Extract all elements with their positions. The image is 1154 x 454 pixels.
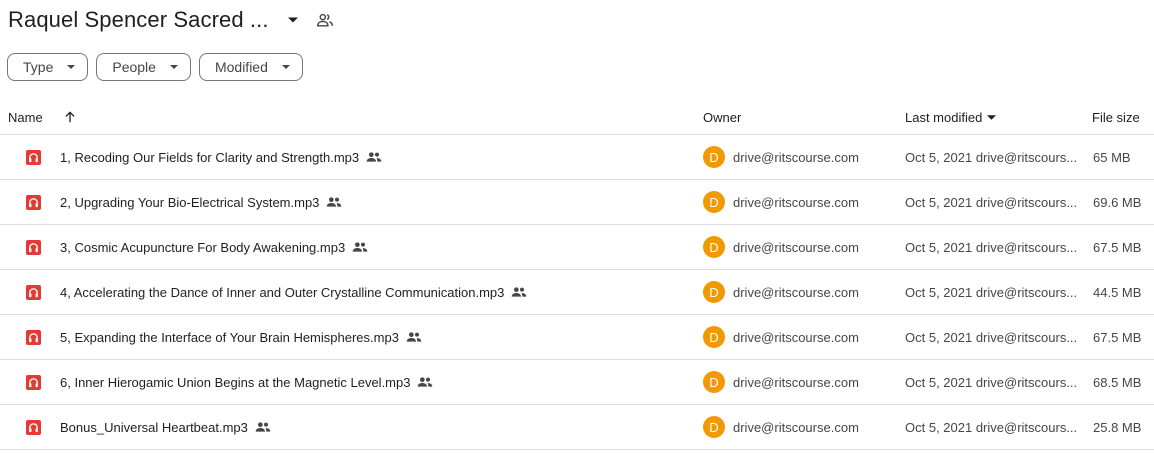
folder-header: Raquel Spencer Sacred ... [8,4,335,36]
last-modified: Oct 5, 2021 drive@ritscours... [905,329,1078,345]
shared-people-icon [352,239,368,255]
chevron-down-icon [168,61,180,73]
file-size: 25.8 MB [1093,419,1142,435]
audio-file-icon [26,420,41,435]
shared-folder-icon[interactable] [315,10,335,30]
owner-email: drive@ritscourse.com [733,194,859,210]
owner-avatar: D [703,281,725,303]
file-size: 69.6 MB [1093,194,1142,210]
modified-filter-label: Modified [214,59,268,75]
file-name-cell[interactable]: 3, Cosmic Acupuncture For Body Awakening… [60,225,368,269]
people-filter-label: People [112,59,156,75]
file-size: 44.5 MB [1093,284,1142,300]
file-row[interactable]: 1, Recoding Our Fields for Clarity and S… [0,135,1154,180]
modified-filter-chip[interactable]: Modified [198,53,303,81]
type-filter-label: Type [23,59,54,75]
filter-bar: Type People Modified [7,53,303,81]
last-modified: Oct 5, 2021 drive@ritscours... [905,284,1078,300]
last-modified: Oct 5, 2021 drive@ritscours... [905,419,1078,435]
file-row[interactable]: 3, Cosmic Acupuncture For Body Awakening… [0,225,1154,270]
file-row[interactable]: 2, Upgrading Your Bio-Electrical System.… [0,180,1154,225]
chevron-down-icon [280,61,292,73]
file-name[interactable]: 3, Cosmic Acupuncture For Body Awakening… [60,240,345,255]
folder-menu-caret-icon[interactable] [283,10,303,30]
file-name-cell[interactable]: 5, Expanding the Interface of Your Brain… [60,315,422,359]
shared-people-icon [255,419,271,435]
type-filter-chip[interactable]: Type [7,53,89,81]
file-name[interactable]: 4, Accelerating the Dance of Inner and O… [60,285,504,300]
owner-avatar: D [703,371,725,393]
file-row[interactable]: Bonus_Universal Heartbeat.mp3 Ddrive@rits… [0,405,1154,450]
owner-avatar: D [703,416,725,438]
file-name[interactable]: Bonus_Universal Heartbeat.mp3 [60,420,248,435]
owner-avatar: D [703,326,725,348]
audio-file-icon [26,195,41,210]
owner-email: drive@ritscourse.com [733,419,859,435]
people-filter-chip[interactable]: People [96,53,191,81]
file-name-cell[interactable]: 1, Recoding Our Fields for Clarity and S… [60,135,382,179]
audio-file-icon [26,375,41,390]
folder-title[interactable]: Raquel Spencer Sacred ... [8,7,269,33]
shared-people-icon [326,194,342,210]
file-name[interactable]: 5, Expanding the Interface of Your Brain… [60,330,399,345]
last-modified-column-header[interactable]: Last modified [905,100,997,134]
owner-email: drive@ritscourse.com [733,329,859,345]
owner-avatar: D [703,146,725,168]
sort-ascending-arrow-icon[interactable] [63,100,77,134]
owner-email: drive@ritscourse.com [733,284,859,300]
file-name[interactable]: 6, Inner Hierogamic Union Begins at the … [60,375,410,390]
file-name-cell[interactable]: 6, Inner Hierogamic Union Begins at the … [60,360,433,404]
audio-file-icon [26,285,41,300]
file-size: 68.5 MB [1093,374,1142,390]
last-modified: Oct 5, 2021 drive@ritscours... [905,194,1078,210]
caret-down-icon [987,114,997,120]
last-modified: Oct 5, 2021 drive@ritscours... [905,239,1078,255]
file-size-column-header[interactable]: File size [1092,100,1140,134]
last-modified: Oct 5, 2021 drive@ritscours... [905,149,1078,165]
shared-people-icon [417,374,433,390]
file-size: 67.5 MB [1093,239,1142,255]
owner-email: drive@ritscourse.com [733,374,859,390]
file-list-header: Name Owner Last modified File size [0,100,1154,135]
name-column-header[interactable]: Name [8,100,43,134]
shared-people-icon [406,329,422,345]
file-row[interactable]: 5, Expanding the Interface of Your Brain… [0,315,1154,360]
file-name-cell[interactable]: Bonus_Universal Heartbeat.mp3 [60,405,271,449]
file-size: 65 MB [1093,149,1131,165]
owner-column-header[interactable]: Owner [703,100,741,134]
shared-people-icon [511,284,527,300]
file-name[interactable]: 1, Recoding Our Fields for Clarity and S… [60,150,359,165]
chevron-down-icon [65,61,77,73]
owner-email: drive@ritscourse.com [733,239,859,255]
last-modified-label: Last modified [905,109,983,125]
owner-email: drive@ritscourse.com [733,149,859,165]
audio-file-icon [26,240,41,255]
audio-file-icon [26,150,41,165]
file-name[interactable]: 2, Upgrading Your Bio-Electrical System.… [60,195,319,210]
owner-avatar: D [703,236,725,258]
file-row[interactable]: 4, Accelerating the Dance of Inner and O… [0,270,1154,315]
last-modified: Oct 5, 2021 drive@ritscours... [905,374,1078,390]
file-name-cell[interactable]: 4, Accelerating the Dance of Inner and O… [60,270,527,314]
shared-people-icon [366,149,382,165]
file-row[interactable]: 6, Inner Hierogamic Union Begins at the … [0,360,1154,405]
file-list: 1, Recoding Our Fields for Clarity and S… [0,135,1154,450]
file-size: 67.5 MB [1093,329,1142,345]
audio-file-icon [26,330,41,345]
owner-avatar: D [703,191,725,213]
file-name-cell[interactable]: 2, Upgrading Your Bio-Electrical System.… [60,180,342,224]
